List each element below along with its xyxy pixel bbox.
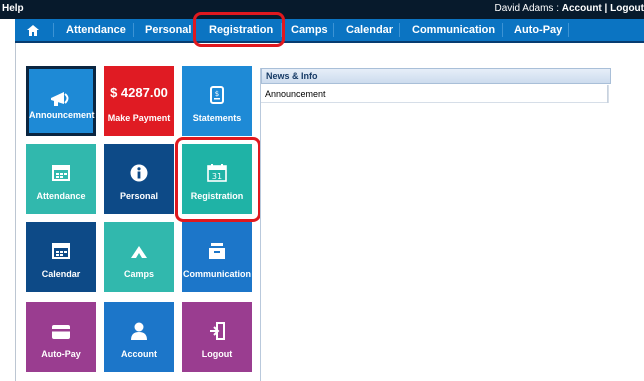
account-link[interactable]: Account [562, 3, 602, 14]
tile-label: Statements [192, 113, 242, 123]
nav-personal[interactable]: Personal [145, 19, 191, 41]
tile-label: Attendance [36, 191, 86, 201]
tile-account[interactable]: Account [104, 302, 174, 372]
user-icon [131, 322, 147, 340]
tile-label: Calendar [41, 269, 81, 279]
nav-separator [133, 23, 134, 37]
panel-border [15, 43, 16, 381]
tent-icon [131, 246, 147, 258]
tile-announcement[interactable]: Announcement [26, 66, 96, 136]
payment-amount: $ 4287.00 [110, 85, 168, 100]
user-info: David Adams : Account | Logout [495, 3, 644, 14]
tile-logout[interactable]: Logout [182, 302, 252, 372]
user-sep: : [553, 3, 562, 14]
tile-camps[interactable]: Camps [104, 222, 174, 292]
statement-icon: $ [210, 86, 224, 104]
nav-registration-highlight [193, 12, 285, 47]
tile-make-payment[interactable]: $ 4287.00 Make Payment [104, 66, 174, 136]
pipe-sep: | [601, 3, 611, 14]
home-icon [27, 25, 39, 36]
megaphone-icon [51, 92, 69, 106]
tile-label: Account [121, 349, 157, 359]
attendance-icon [52, 165, 70, 181]
card-icon [52, 325, 70, 339]
calendar-icon [52, 243, 70, 259]
main-nav: Attendance Personal Registration Camps C… [15, 19, 644, 43]
tile-attendance[interactable]: Attendance [26, 144, 96, 214]
top-bar: Help David Adams : Account | Logout [0, 0, 644, 19]
nav-separator [502, 23, 503, 37]
tile-label: Auto-Pay [41, 349, 81, 359]
tile-registration-highlight [175, 137, 261, 222]
nav-calendar[interactable]: Calendar [346, 19, 393, 41]
nav-home[interactable] [27, 19, 39, 41]
nav-separator [333, 23, 334, 37]
nav-attendance[interactable]: Attendance [66, 19, 126, 41]
tile-label: Camps [123, 269, 154, 279]
news-row-announcement[interactable]: Announcement [261, 85, 609, 103]
nav-separator [568, 23, 569, 37]
user-name: David Adams [494, 3, 554, 14]
nav-separator [53, 23, 54, 37]
tile-autopay[interactable]: Auto-Pay [26, 302, 96, 372]
inbox-icon [209, 243, 225, 259]
tile-calendar[interactable]: Calendar [26, 222, 96, 292]
svg-text:$: $ [215, 90, 219, 98]
tile-label: Make Payment [107, 113, 171, 123]
news-panel: News & Info Announcement [260, 68, 611, 381]
tile-communication[interactable]: Communication [182, 222, 252, 292]
tile-label: Logout [201, 349, 233, 359]
tile-personal[interactable]: Personal [104, 144, 174, 214]
nav-autopay[interactable]: Auto-Pay [514, 19, 562, 41]
nav-communication[interactable]: Communication [412, 19, 495, 41]
help-link[interactable]: Help [2, 3, 24, 14]
tile-label: Announcement [29, 110, 95, 120]
logout-icon [210, 322, 225, 340]
info-icon [130, 164, 148, 182]
tile-label: Communication [182, 269, 251, 279]
tile-statements[interactable]: $ Statements [182, 66, 252, 136]
nav-separator [399, 23, 400, 37]
logout-link[interactable]: Logout [610, 3, 644, 14]
tile-label: Personal [119, 191, 159, 201]
news-row-divider [607, 85, 608, 103]
news-title: News & Info [261, 68, 611, 84]
nav-camps[interactable]: Camps [291, 19, 328, 41]
